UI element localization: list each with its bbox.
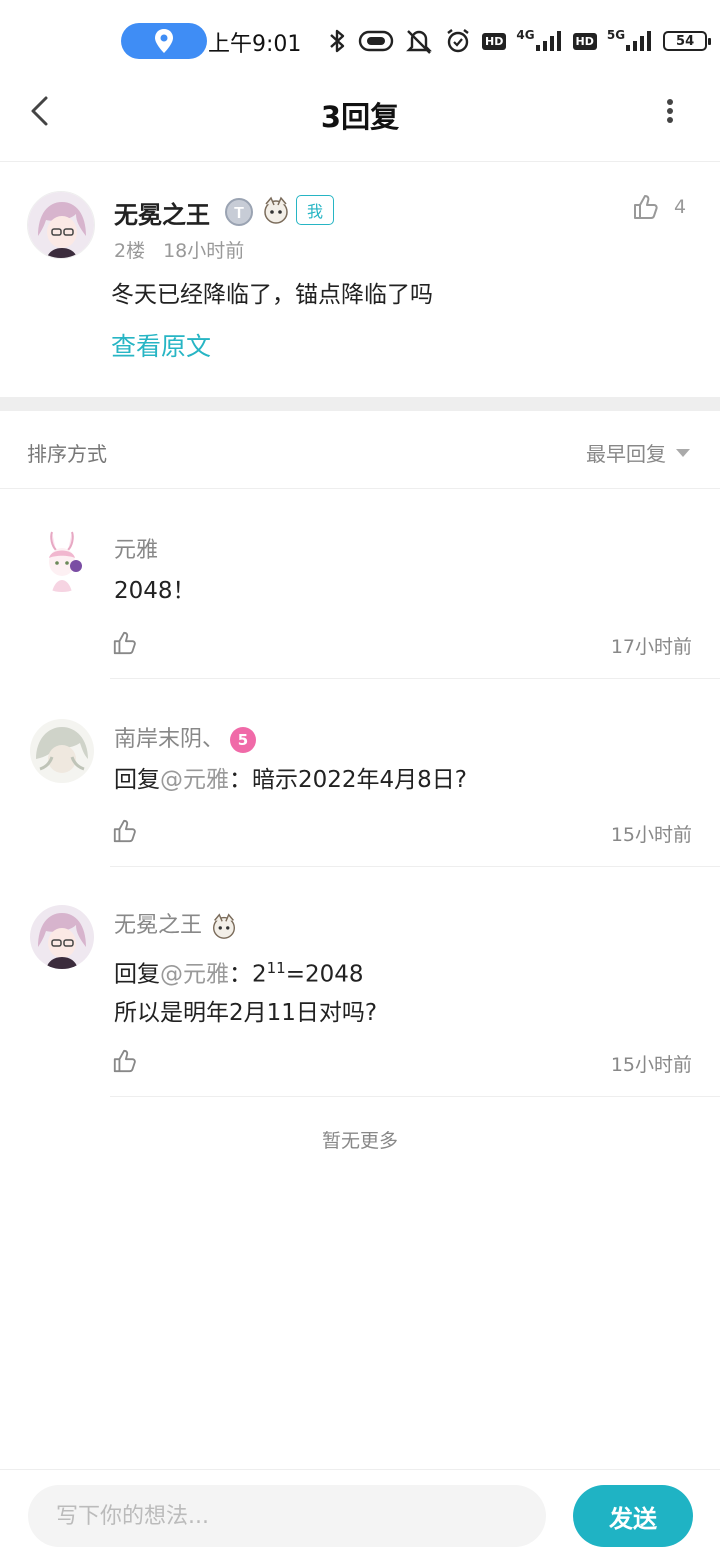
status-time: 上午9:01	[208, 32, 302, 57]
reply-author[interactable]: 元雅	[114, 532, 158, 564]
location-pill[interactable]	[121, 23, 207, 59]
comment-bar: 发送	[0, 1469, 720, 1560]
thumbs-up-icon[interactable]	[112, 818, 138, 844]
sort-label: 排序方式	[27, 442, 107, 466]
hd-badge: HD	[482, 32, 507, 50]
reply-text: 2048！	[114, 578, 196, 604]
mention-link[interactable]: @元雅	[160, 962, 229, 988]
mute-icon	[406, 30, 432, 54]
signal-4g-icon: 4G	[516, 28, 562, 52]
thumbs-up-icon[interactable]	[112, 1048, 138, 1074]
pet-badge-icon	[213, 913, 236, 939]
section-divider	[0, 397, 720, 411]
reply-item: 南岸末阴、 5 回复@元雅：暗示2022年4月8日? 15小时前	[0, 679, 720, 869]
coin-badge-icon: T	[225, 198, 253, 226]
reply-time: 15小时前	[610, 1054, 692, 1076]
reply-item: 元雅 2048！ 17小时前	[0, 490, 720, 680]
reply-item: 无冕之王 回复@元雅：211=2048 所以是明年2月11日对吗? 15小时前	[0, 867, 720, 1097]
signal-5g-icon: 5G	[607, 28, 653, 52]
avatar[interactable]	[30, 905, 94, 969]
reply-author-row: 南岸末阴、 5	[114, 721, 257, 753]
dropdown-arrow-icon	[676, 448, 690, 457]
sort-bar: 排序方式 最早回复	[0, 411, 720, 489]
like-count: 4	[674, 196, 687, 218]
floor-number: 2楼	[114, 240, 146, 262]
bluetooth-icon	[330, 29, 345, 53]
sort-selected: 最早回复	[586, 442, 666, 466]
svg-text:T: T	[234, 205, 244, 222]
comment-input[interactable]	[28, 1485, 546, 1547]
comment-text: 冬天已经降临了，锚点降临了吗	[111, 282, 433, 308]
reply-divider	[110, 1096, 720, 1097]
send-button[interactable]: 发送	[573, 1485, 693, 1547]
nav-header: 3回复	[0, 80, 720, 162]
post-meta: 2楼 18小时前	[114, 236, 244, 263]
reply-author-row: 无冕之王	[114, 907, 239, 941]
me-tag: 我	[296, 195, 334, 225]
reply-time: 15小时前	[610, 824, 692, 846]
level-badge: 5	[230, 727, 257, 753]
like-button[interactable]: 4	[632, 193, 686, 221]
view-original-link[interactable]: 查看原文	[111, 327, 211, 363]
alarm-icon	[447, 29, 469, 53]
reply-text: 回复@元雅：暗示2022年4月8日?	[114, 767, 468, 793]
reply-author[interactable]: 南岸末阴、	[114, 727, 224, 752]
main-comment: 无冕之王 T 我 2楼 18小时前 4 冬天已经降临了，锚点降临了吗 查看原文	[0, 163, 720, 397]
author-name[interactable]: 无冕之王	[114, 195, 210, 230]
avatar[interactable]	[30, 719, 94, 783]
no-more-label: 暂无更多	[321, 1130, 398, 1152]
post-time: 18小时前	[163, 240, 245, 262]
reply-text: 回复@元雅：211=2048 所以是明年2月11日对吗?	[114, 959, 378, 1026]
more-options-icon[interactable]	[660, 98, 680, 124]
hd-badge-2: HD	[572, 32, 597, 50]
avatar[interactable]	[30, 528, 94, 592]
page-title: 3回复	[320, 100, 400, 134]
nfc-icon	[358, 30, 394, 52]
thumbs-up-icon[interactable]	[112, 630, 138, 656]
pet-badge-icon	[264, 196, 288, 224]
reply-author[interactable]: 无冕之王	[114, 913, 202, 938]
location-icon	[155, 29, 173, 53]
status-bar: 上午9:01 HD 4G HD 5G 54	[0, 0, 720, 80]
battery-indicator: 54	[663, 31, 712, 51]
reply-time: 17小时前	[610, 636, 692, 658]
thumbs-up-icon	[634, 195, 658, 219]
avatar[interactable]	[27, 191, 95, 259]
sort-dropdown[interactable]: 最早回复	[586, 438, 690, 467]
mention-link[interactable]: @元雅	[160, 767, 229, 793]
status-icons: HD 4G HD 5G 54	[326, 24, 712, 58]
